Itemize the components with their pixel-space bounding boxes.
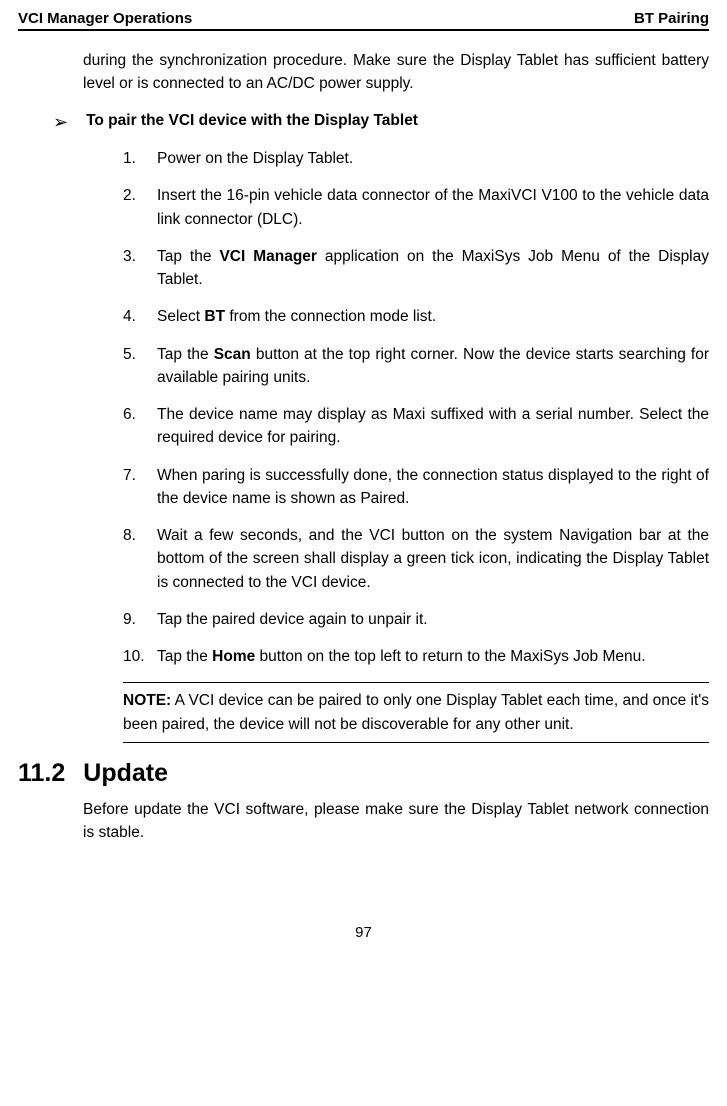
step-number: 10. [123,645,157,668]
section-body: Before update the VCI software, please m… [18,798,709,845]
step-number: 1. [123,147,157,170]
header-left: VCI Manager Operations [18,10,192,27]
step-4: 4. Select BT from the connection mode li… [123,305,709,328]
section-heading: 11.2 Update [18,759,709,788]
procedure-title: To pair the VCI device with the Display … [86,112,418,130]
step-number: 4. [123,305,157,328]
step-number: 6. [123,403,157,450]
arrow-icon: ➢ [53,112,68,134]
step-text: Tap the Scan button at the top right cor… [157,343,709,390]
procedure-heading: ➢ To pair the VCI device with the Displa… [53,112,709,134]
step-3: 3. Tap the VCI Manager application on th… [123,245,709,292]
header-right: BT Pairing [634,10,709,27]
step-number: 7. [123,464,157,511]
step-text: Wait a few seconds, and the VCI button o… [157,524,709,594]
step-8: 8. Wait a few seconds, and the VCI butto… [123,524,709,594]
page-number: 97 [18,924,709,941]
step-text: Tap the Home button on the top left to r… [157,645,709,668]
page-header: VCI Manager Operations BT Pairing [18,10,709,31]
step-number: 2. [123,184,157,231]
step-number: 9. [123,608,157,631]
step-text: The device name may display as Maxi suff… [157,403,709,450]
step-1: 1. Power on the Display Tablet. [123,147,709,170]
section-title: Update [83,759,168,788]
step-number: 8. [123,524,157,594]
steps-list: 1. Power on the Display Tablet. 2. Inser… [83,147,709,668]
section-number: 11.2 [18,759,65,788]
intro-paragraph: during the synchronization procedure. Ma… [83,49,709,96]
step-text: Tap the paired device again to unpair it… [157,608,709,631]
step-5: 5. Tap the Scan button at the top right … [123,343,709,390]
step-text: Tap the VCI Manager application on the M… [157,245,709,292]
step-9: 9. Tap the paired device again to unpair… [123,608,709,631]
step-2: 2. Insert the 16-pin vehicle data connec… [123,184,709,231]
step-text: When paring is successfully done, the co… [157,464,709,511]
step-text: Insert the 16-pin vehicle data connector… [157,184,709,231]
note-label: NOTE: [123,692,171,709]
step-10: 10. Tap the Home button on the top left … [123,645,709,668]
step-6: 6. The device name may display as Maxi s… [123,403,709,450]
note-box: NOTE: A VCI device can be paired to only… [123,682,709,743]
step-text: Select BT from the connection mode list. [157,305,709,328]
note-text: A VCI device can be paired to only one D… [123,692,709,732]
step-text: Power on the Display Tablet. [157,147,709,170]
step-number: 5. [123,343,157,390]
step-7: 7. When paring is successfully done, the… [123,464,709,511]
step-number: 3. [123,245,157,292]
